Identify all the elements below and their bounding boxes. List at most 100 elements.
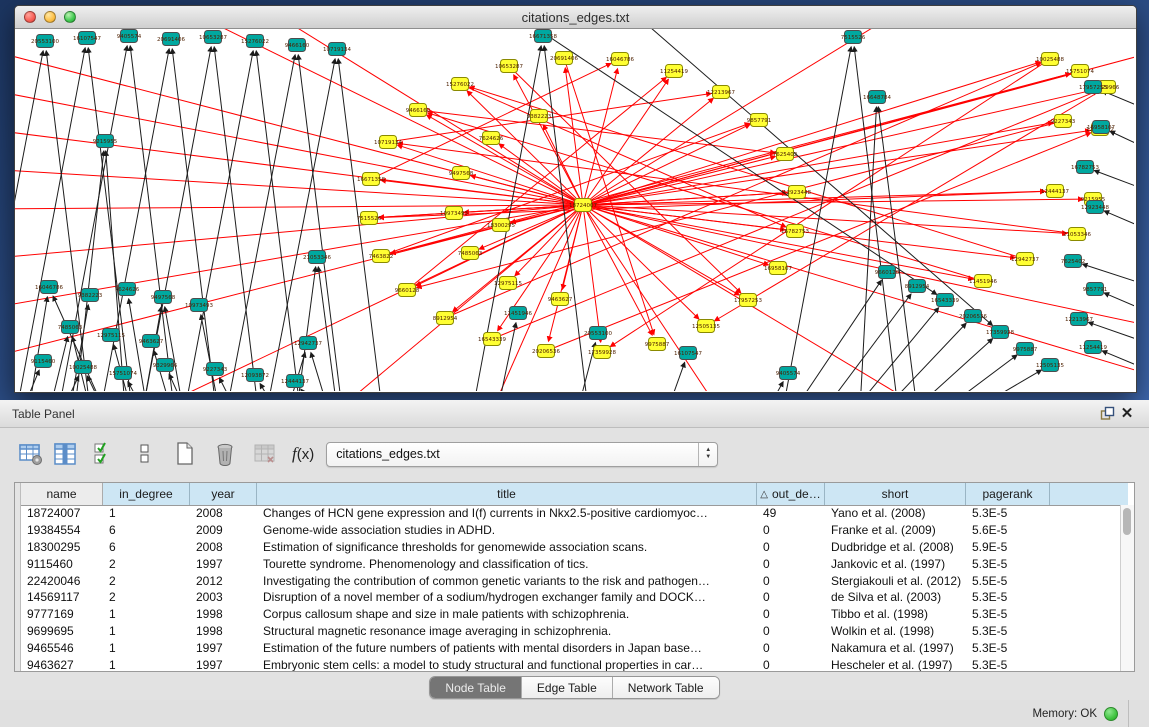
citation-edge-black[interactable] [855,308,939,391]
column-header-out_de[interactable]: △out_de… [757,483,825,505]
table-row[interactable]: 1456911722003Disruption of a novel membe… [15,589,1121,606]
citation-edge-black[interactable] [1104,293,1134,319]
citation-edge-black[interactable] [1110,131,1134,157]
table-row[interactable]: 911546021997Tourette syndrome. Phenomeno… [15,555,1121,572]
citation-edge-black[interactable] [311,353,328,391]
citation-edge-black[interactable] [15,51,43,391]
citation-edge-black[interactable] [945,355,1017,391]
citation-edge-black[interactable] [23,370,39,391]
citation-edge-red[interactable] [15,205,583,209]
show-column-icon[interactable] [52,441,78,467]
table-row[interactable]: 946362711997Embryonic stem cells: a mode… [15,656,1121,671]
table-row[interactable]: 1830029562008Estimation of significance … [15,539,1121,556]
resize-grip[interactable] [1128,700,1139,727]
citation-edge-black[interactable] [17,48,85,391]
function-builder-icon[interactable]: f(x) [292,444,314,464]
scrollbar-thumb[interactable] [1123,508,1131,535]
table-mode-icon[interactable] [18,441,44,467]
citation-edge-red[interactable] [515,205,583,276]
citation-edge-black[interactable] [1102,351,1134,377]
citation-edge-black[interactable] [668,362,685,391]
citation-edge-red[interactable] [195,29,583,205]
table-row[interactable]: 977716911998Corpus callosum shape and si… [15,606,1121,623]
citation-edge-red[interactable] [583,29,895,205]
citation-edge-black[interactable] [260,384,275,391]
zoom-button[interactable] [64,11,76,23]
memory-status-indicator[interactable] [1104,707,1118,721]
citation-edge-black[interactable] [768,382,783,391]
column-header-name[interactable]: name [21,483,103,505]
column-header-in_degree[interactable]: in_degree [103,483,190,505]
citation-edge-red[interactable] [470,87,1025,259]
column-header-pagerank[interactable]: pagerank [966,483,1050,505]
citation-edge-red[interactable] [509,66,741,293]
citation-edge-red[interactable] [583,69,618,205]
citation-edge-black[interactable] [301,389,315,391]
close-button[interactable] [24,11,36,23]
tab-network-table[interactable]: Network Table [613,677,719,698]
close-panel-icon[interactable]: ✕ [1117,404,1137,424]
cell-year: 2009 [190,523,257,537]
tab-node-table[interactable]: Node Table [430,677,522,698]
vertical-scrollbar[interactable] [1120,505,1134,671]
citation-edge-red[interactable] [381,123,750,256]
citation-edge-red[interactable] [417,121,1063,288]
table-row[interactable]: 1872400712008Changes of HCN gene express… [15,505,1121,522]
column-header-year[interactable]: year [190,483,257,505]
table-row[interactable]: 2242004622012Investigating the contribut… [15,572,1121,589]
float-panel-icon[interactable] [1097,404,1117,424]
citation-edge-red[interactable] [418,110,775,153]
column-header-title[interactable]: title [257,483,757,505]
rows-icon[interactable] [132,441,158,467]
cell-out_de: 0 [757,641,825,655]
citation-edge-red[interactable] [379,191,1055,218]
minimize-button[interactable] [44,11,56,23]
citation-edge-red[interactable] [583,205,1134,379]
citation-edge-black[interactable] [165,307,183,391]
tab-edge-table[interactable]: Edge Table [522,677,613,698]
citation-edge-black[interactable] [143,307,161,391]
cell-short: Stergiakouli et al. (2012) [825,574,966,588]
citation-edge-black[interactable] [63,376,79,391]
select-columns-icon[interactable] [92,441,118,467]
citation-edge-red[interactable] [583,62,1040,205]
cell-short: Nakamura et al. (1997) [825,641,966,655]
table-select-dropdown[interactable]: citations_edges.txt ▲▼ [326,442,718,467]
citation-edge-red[interactable] [371,63,611,179]
citation-edge-red[interactable] [583,205,601,342]
dropdown-spinner-icon[interactable]: ▲▼ [698,443,717,466]
network-window[interactable]: citations_edges.txt 18724007206914061065… [14,5,1137,393]
citation-edge-red[interactable] [583,79,668,205]
citation-edge-black[interactable] [1102,91,1134,117]
citation-edge-red[interactable] [546,133,1091,351]
citation-edge-red[interactable] [492,91,1098,339]
citation-edge-red[interactable] [583,205,715,391]
citation-edge-black[interactable] [825,294,911,391]
table-row[interactable]: 946554611997Estimation of the future num… [15,639,1121,656]
citation-edge-black[interactable] [318,267,337,391]
table-row[interactable]: 969969511998Structural magnetic resonanc… [15,623,1121,640]
citation-edge-red[interactable] [610,59,1050,347]
citation-edge-black[interactable] [297,267,316,391]
column-header-short[interactable]: short [825,483,966,505]
cell-pagerank: 5.3E-5 [966,641,1050,655]
table-row[interactable]: 1938455462009Genome-wide association stu… [15,522,1121,539]
citation-edge-red[interactable] [445,63,1041,318]
citation-edge-black[interactable] [885,323,966,391]
citation-edge-red[interactable] [398,145,583,205]
delete-column-icon[interactable] [212,441,238,467]
citation-edge-black[interactable] [795,280,881,391]
node-label: 7485063 [458,251,483,257]
cell-in_degree: 2 [103,590,190,604]
network-window-titlebar[interactable]: citations_edges.txt [15,6,1136,29]
node-label: 16958107 [764,266,792,272]
cell-in_degree: 6 [103,540,190,554]
citation-network-graph[interactable]: 1872400720691406106532871527602294661601… [15,29,1134,391]
network-canvas[interactable]: 1872400720691406106532871527602294661601… [15,29,1136,392]
node-label: 7625402 [773,152,798,158]
citation-edge-black[interactable] [227,55,295,391]
citation-edge-black[interactable] [1104,211,1134,237]
citation-edge-black[interactable] [185,51,253,391]
citation-edge-black[interactable] [975,370,1041,391]
create-column-icon[interactable] [172,441,198,467]
